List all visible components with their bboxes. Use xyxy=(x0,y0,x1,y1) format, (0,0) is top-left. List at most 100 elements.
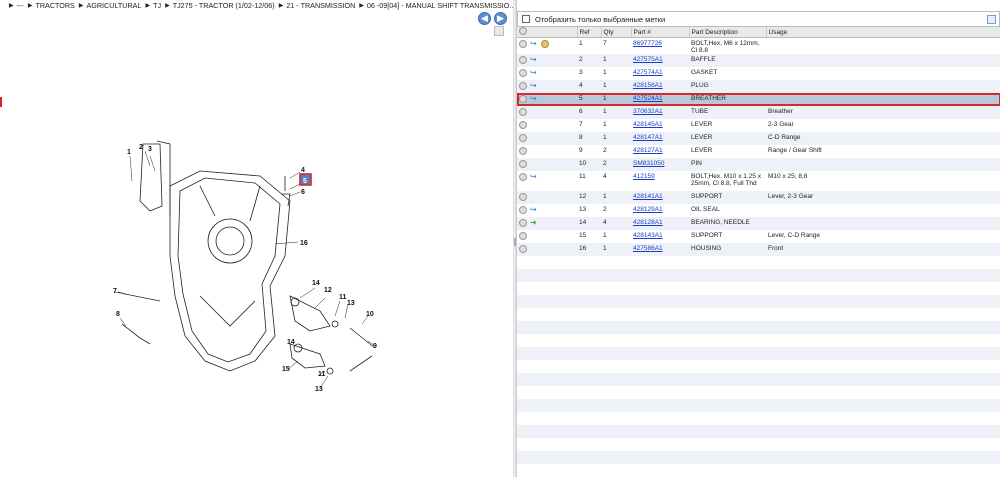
export-icon[interactable] xyxy=(987,15,996,24)
row-options-icon[interactable] xyxy=(519,108,527,116)
table-row[interactable]: ↪ 1 7 86977726 BOLT,Hex, M6 x 12mm, Cl 8.8 xyxy=(517,37,1000,55)
cell-part[interactable]: 412159 xyxy=(631,171,689,191)
row-options-icon[interactable] xyxy=(519,173,527,181)
row-icons: ↪ xyxy=(517,67,577,80)
cell-usage: Front xyxy=(768,245,784,252)
cell-qty: 4 xyxy=(603,219,607,226)
row-options-icon[interactable] xyxy=(519,160,527,168)
breadcrumb: ▶ --- ▶ TRACTORS ▶ AGRICULTURAL ▶ TJ ▶ TJ275 - T… xyxy=(0,0,515,11)
header-desc[interactable]: Part Description xyxy=(689,27,767,38)
forward-button[interactable]: ▶ xyxy=(494,12,507,25)
header-usage[interactable]: Usage xyxy=(766,27,1000,38)
cell-part[interactable]: 427575A1 xyxy=(631,54,689,67)
row-options-icon[interactable] xyxy=(519,121,527,129)
reference-arrow-icon[interactable]: ↪ xyxy=(530,173,538,181)
back-button[interactable]: ◀ xyxy=(478,12,491,25)
breadcrumb-item[interactable]: 21 - TRANSMISSION xyxy=(286,1,355,10)
cell-part[interactable]: 428147A1 xyxy=(631,132,689,145)
row-options-icon[interactable] xyxy=(519,134,527,142)
callout-10: 10 xyxy=(366,311,374,318)
cell-part[interactable]: 428127A1 xyxy=(631,145,689,158)
breadcrumb-item[interactable]: TJ xyxy=(153,1,161,10)
row-options-icon[interactable] xyxy=(519,56,527,64)
table-row[interactable]: ↪ 5 1 427524A1 BREATHER xyxy=(517,93,1000,106)
row-options-icon[interactable] xyxy=(519,193,527,201)
show-selected-checkbox[interactable] xyxy=(522,15,530,23)
cell-usage xyxy=(766,67,1000,80)
reference-arrow-icon[interactable]: ↪ xyxy=(530,206,538,214)
callout-5-highlight[interactable]: 5 xyxy=(299,173,312,186)
table-row[interactable]: ↪ 13 2 428129A1 OIL SEAL xyxy=(517,204,1000,217)
callout-1: 1 xyxy=(127,149,131,156)
exploded-diagram[interactable]: 1 2 3 4 6 16 7 8 14 12 11 13 10 9 14 15 … xyxy=(0,26,513,477)
header-qty[interactable]: Qty xyxy=(601,27,632,38)
breadcrumb-item[interactable]: 06 -09[04] - MANUAL SHIFT TRANSMISSIO... xyxy=(367,1,515,10)
reference-arrow-green-icon[interactable]: ➜ xyxy=(530,219,538,227)
table-row[interactable]: ↪ 4 1 428156A1 PLUG xyxy=(517,80,1000,93)
table-row[interactable]: ↪ 11 4 412159 BOLT,Hex, M10 x 1.25 x 25mm, C… xyxy=(517,171,1000,191)
scroll-up-button[interactable] xyxy=(494,26,504,36)
cell-part[interactable]: 428156A1 xyxy=(631,80,689,93)
reference-arrow-icon[interactable]: ↪ xyxy=(530,40,538,48)
callout-3: 3 xyxy=(148,146,152,153)
reference-arrow-icon[interactable]: ↪ xyxy=(530,56,538,64)
cell-qty: 4 xyxy=(603,173,607,180)
table-row[interactable]: 16 1 427586A1 HOUSING Front xyxy=(517,243,1000,256)
row-options-icon[interactable] xyxy=(519,232,527,240)
table-row[interactable]: 15 1 428143A1 SUPPORT Lever, C-D Range xyxy=(517,230,1000,243)
empty-row xyxy=(517,425,1000,438)
row-options-icon[interactable] xyxy=(519,95,527,103)
cell-part[interactable]: 86977726 xyxy=(631,38,689,55)
breadcrumb-item[interactable]: TJ275 - TRACTOR (1/02-12/06) xyxy=(173,1,275,10)
row-icons xyxy=(517,243,577,256)
row-options-icon[interactable] xyxy=(519,69,527,77)
cell-part[interactable]: 427524A1 xyxy=(631,93,689,106)
reference-arrow-icon[interactable]: ↪ xyxy=(530,82,538,90)
cell-part[interactable]: 428129A1 xyxy=(631,204,689,217)
table-row[interactable]: ➜ 14 4 428128A1 BEARING, NEEDLE xyxy=(517,217,1000,230)
cell-usage xyxy=(766,38,1000,55)
row-icons: ↪ xyxy=(517,54,577,67)
callout-11b: 11 xyxy=(318,371,326,378)
breadcrumb-item[interactable]: --- xyxy=(17,1,24,10)
breadcrumb-item[interactable]: AGRICULTURAL xyxy=(86,1,141,10)
selection-marker xyxy=(0,97,2,107)
cell-part[interactable]: 428143A1 xyxy=(631,230,689,243)
row-options-icon[interactable] xyxy=(519,147,527,155)
callout-14b: 14 xyxy=(287,339,295,346)
breadcrumb-item[interactable]: TRACTORS xyxy=(35,1,74,10)
cell-usage: C-D Range xyxy=(768,134,801,141)
table-row[interactable]: 7 1 428145A1 LEVER 2-3 Gear xyxy=(517,119,1000,132)
table-row[interactable]: 6 1 370632A1 TUBE Breather xyxy=(517,106,1000,119)
cell-part[interactable]: 427574A1 xyxy=(631,67,689,80)
info-badge-icon[interactable] xyxy=(541,40,549,48)
table-row[interactable]: 12 1 428141A1 SUPPORT Lever, 2-3 Gear xyxy=(517,191,1000,204)
cell-part[interactable]: 427586A1 xyxy=(631,243,689,256)
cell-part[interactable]: SM831050 xyxy=(631,158,689,171)
row-options-icon[interactable] xyxy=(519,82,527,90)
row-icons: ↪ xyxy=(517,93,577,106)
cell-part[interactable]: 428141A1 xyxy=(631,191,689,204)
header-part[interactable]: Part # xyxy=(631,27,690,38)
row-options-icon[interactable] xyxy=(519,40,527,48)
table-row[interactable]: 8 1 428147A1 LEVER C-D Range xyxy=(517,132,1000,145)
row-options-icon[interactable] xyxy=(519,245,527,253)
header-ref[interactable]: Ref xyxy=(577,27,602,38)
table-row[interactable]: ↪ 3 1 427574A1 GASKET xyxy=(517,67,1000,80)
table-row[interactable]: 9 2 428127A1 LEVER Range / Gear Shift xyxy=(517,145,1000,158)
settings-icon[interactable] xyxy=(519,27,527,35)
cell-part[interactable]: 428128A1 xyxy=(631,217,689,230)
cell-qty: 7 xyxy=(603,40,607,47)
row-icons: ↪ xyxy=(517,38,577,55)
cell-qty: 2 xyxy=(603,160,607,167)
reference-arrow-icon[interactable]: ↪ xyxy=(530,69,538,77)
diagram-pane[interactable]: 1 2 3 4 6 16 7 8 14 12 11 13 10 9 14 15 … xyxy=(0,26,513,477)
row-options-icon[interactable] xyxy=(519,219,527,227)
row-options-icon[interactable] xyxy=(519,206,527,214)
cell-part[interactable]: 370632A1 xyxy=(631,106,689,119)
cell-part[interactable]: 428145A1 xyxy=(631,119,689,132)
empty-row xyxy=(517,412,1000,425)
reference-arrow-icon[interactable]: ↪ xyxy=(530,95,538,103)
table-row[interactable]: ↪ 2 1 427575A1 BAFFLE xyxy=(517,54,1000,67)
table-row[interactable]: 10 2 SM831050 PIN xyxy=(517,158,1000,171)
